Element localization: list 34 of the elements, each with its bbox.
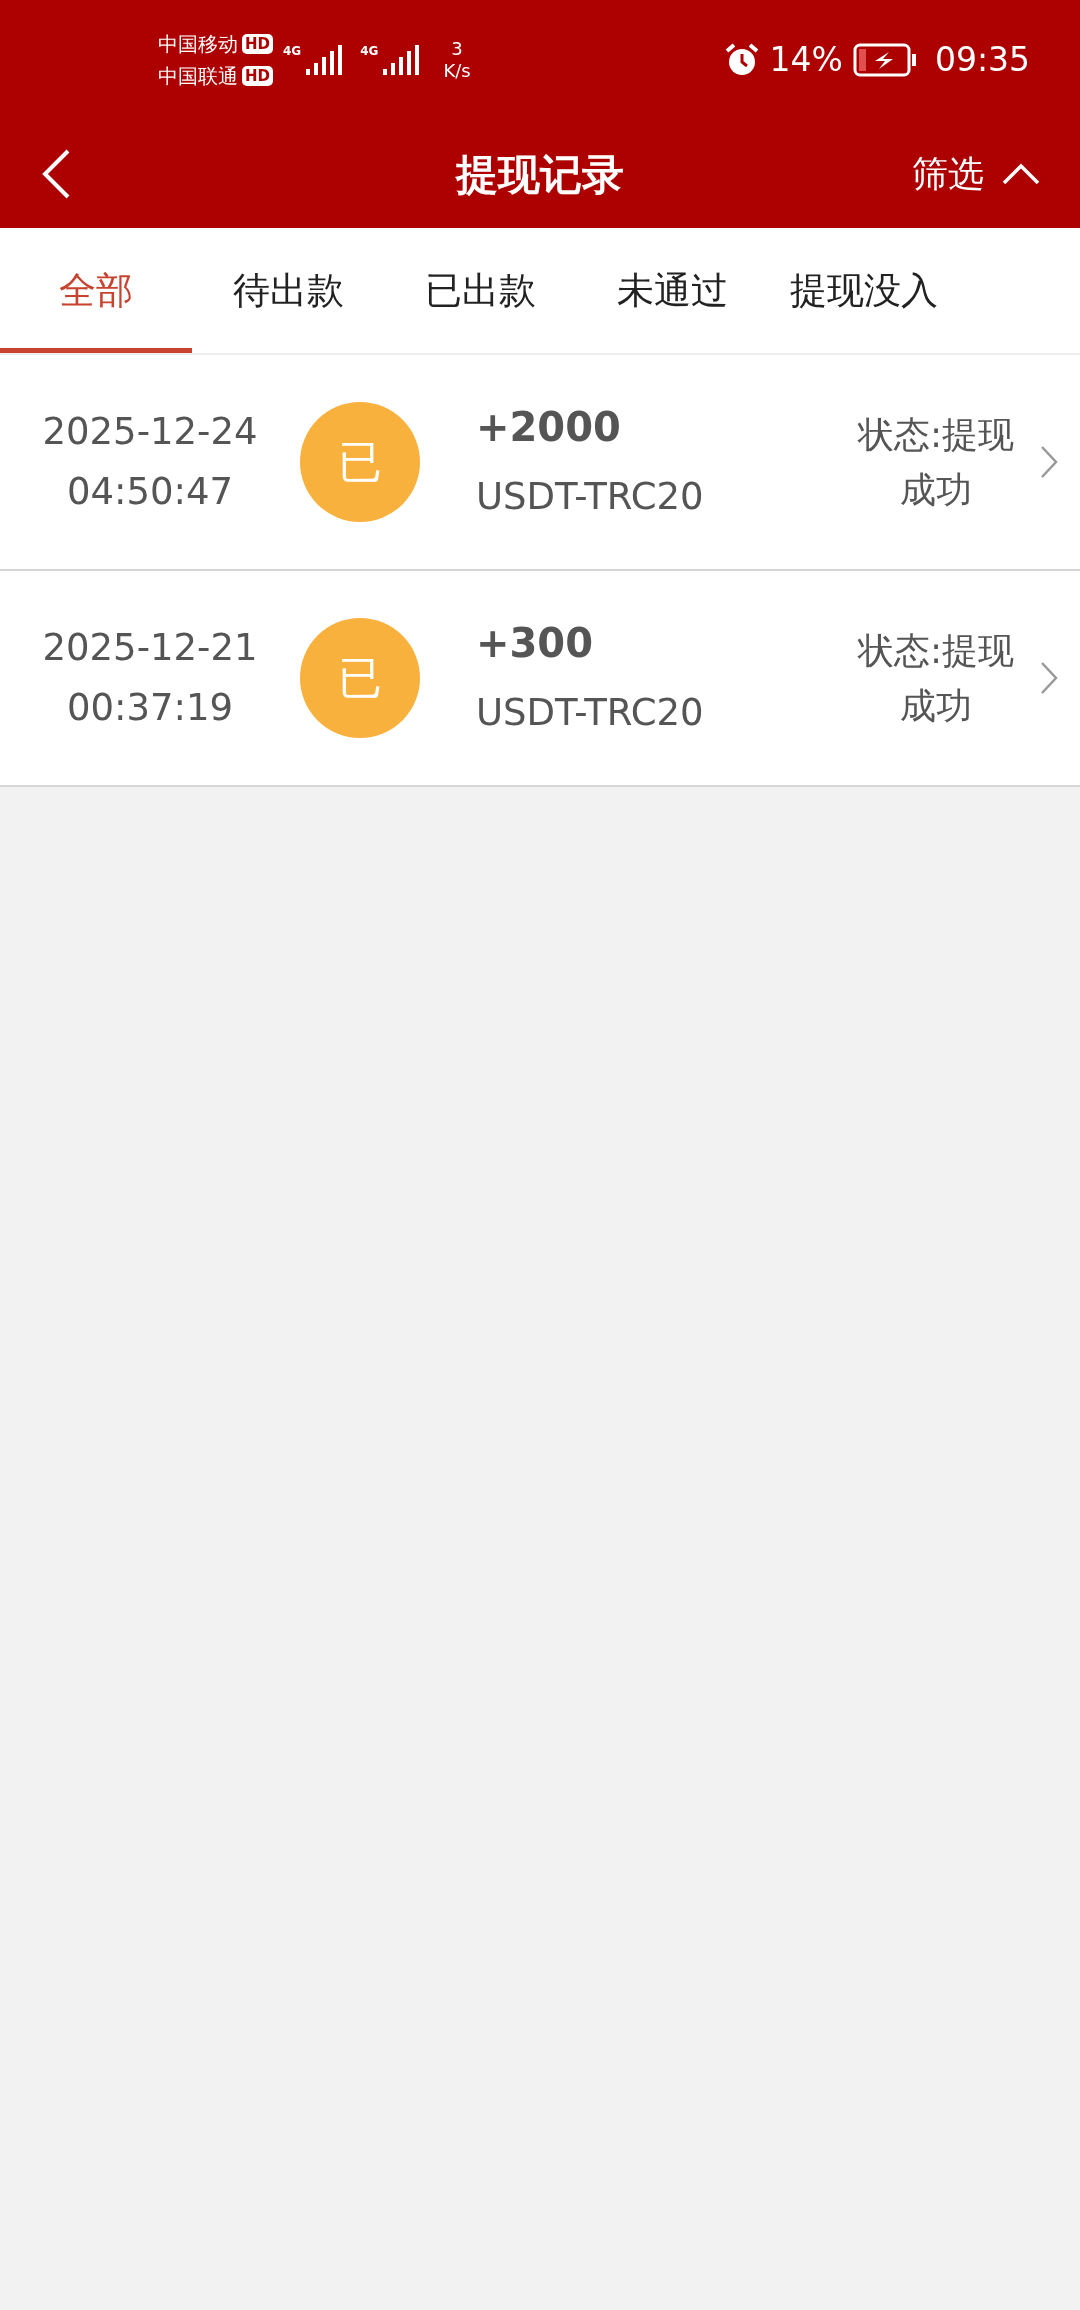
alarm-icon <box>723 42 760 78</box>
chevron-icon[interactable] <box>1040 445 1058 479</box>
status-badge: 已 <box>300 618 420 738</box>
record-row[interactable]: 2025-12-21 00:37:19 已 +300 USDT-TRC20 状态:提现成功 <box>0 571 1080 787</box>
carrier-name: 中国移动 <box>158 31 238 58</box>
status-text: 状态:提现成功 <box>856 629 1016 728</box>
amount-text: +2000 <box>476 403 622 452</box>
page-title: 提现记录 <box>456 148 624 201</box>
record-date: 2025-12-24 <box>42 409 258 455</box>
chevron-icon[interactable] <box>1040 661 1058 695</box>
filter-tab[interactable]: 已出款 <box>384 228 576 353</box>
record-time: 00:37:19 <box>66 685 234 731</box>
filter-tab[interactable]: 待出款 <box>192 228 384 353</box>
clock-time: 09:35 <box>934 39 1030 82</box>
network-speed: 3 <box>451 38 463 60</box>
filter-tab[interactable]: 未通过 <box>576 228 768 353</box>
hd-badge: HD <box>242 66 273 86</box>
currency-text: USDT-TRC20 <box>476 690 704 736</box>
hd-badge: HD <box>242 34 273 54</box>
battery-icon <box>852 43 917 77</box>
amount-text: +300 <box>476 619 594 668</box>
record-date: 2025-12-21 <box>42 625 258 671</box>
status-text: 状态:提现成功 <box>856 413 1016 512</box>
filter-tab[interactable]: 提现没入 <box>768 228 960 353</box>
back-icon[interactable] <box>40 148 72 200</box>
record-time: 04:50:47 <box>66 469 234 515</box>
status-badge: 已 <box>300 402 420 522</box>
speed-unit: K/s <box>443 60 471 82</box>
currency-text: USDT-TRC20 <box>476 474 704 520</box>
filter-button[interactable]: 筛选 <box>912 147 1040 201</box>
caret-icon <box>1002 163 1040 185</box>
carrier-name: 中国联通 <box>158 63 238 90</box>
record-row[interactable]: 2025-12-24 04:50:47 已 +2000 USDT-TRC20 状态:提现成功 <box>0 355 1080 571</box>
battery-percent: 14% <box>769 39 843 82</box>
